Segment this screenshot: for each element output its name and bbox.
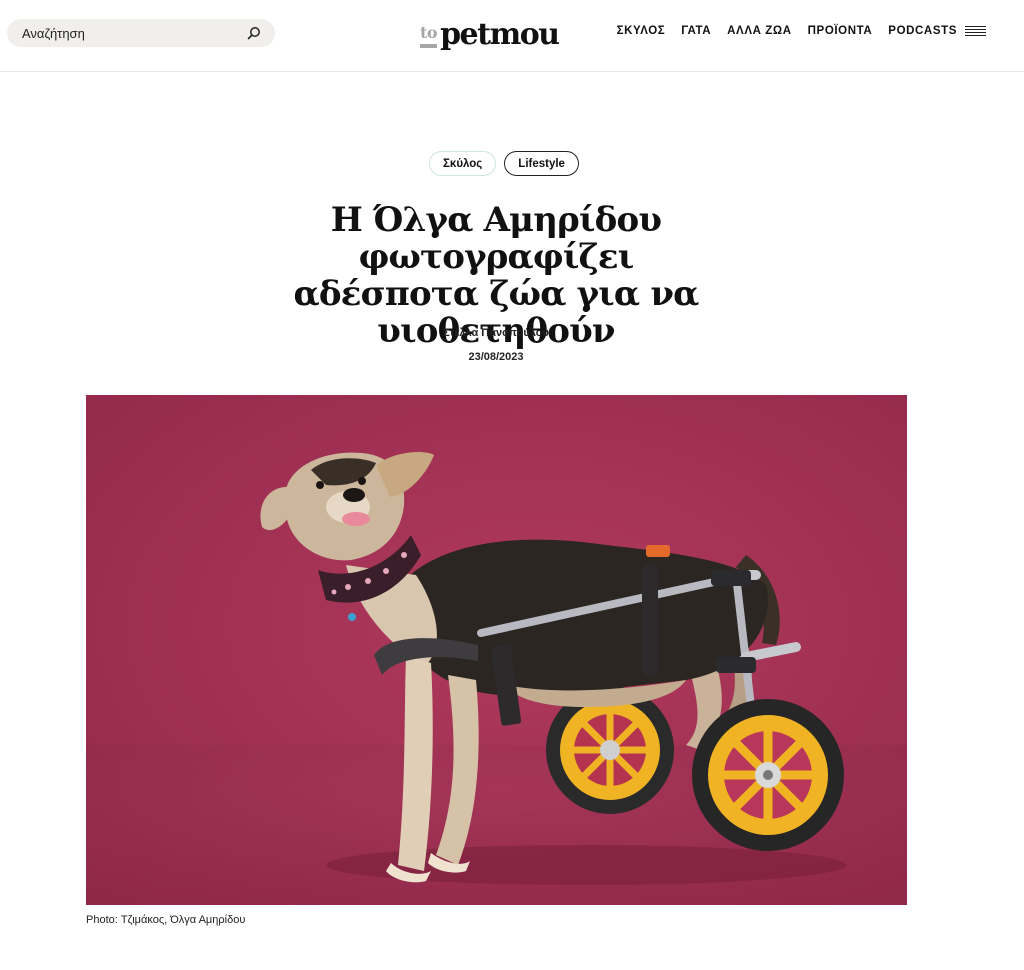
tag-lifestyle[interactable]: Lifestyle	[504, 151, 579, 176]
article-tags: Σκύλος Lifestyle	[0, 151, 1024, 176]
site-header: to petmou ΣΚΥΛΟΣ ΓΑΤΑ ΑΛΛΑ ΖΩΑ ΠΡΟΪΟΝΤΑ …	[0, 0, 1024, 72]
search-icon[interactable]	[247, 26, 261, 40]
nav-item-cat[interactable]: ΓΑΤΑ	[681, 25, 711, 37]
hamburger-menu-icon[interactable]	[965, 26, 986, 36]
logo-prefix: to	[420, 23, 438, 48]
nav-item-dog[interactable]: ΣΚΥΛΟΣ	[617, 25, 666, 37]
main-nav: ΣΚΥΛΟΣ ΓΑΤΑ ΑΛΛΑ ΖΩΑ ΠΡΟΪΟΝΤΑ PODCASTS	[601, 25, 986, 37]
hero-photo	[86, 395, 907, 905]
search-input[interactable]	[22, 19, 247, 47]
nav-item-podcasts[interactable]: PODCASTS	[888, 25, 957, 37]
title-line-2: αδέσποτα ζώα για να	[293, 274, 700, 314]
site-logo[interactable]: to petmou	[420, 12, 560, 52]
nav-item-other-animals[interactable]: ΑΛΛΑ ΖΩΑ	[727, 25, 792, 37]
article-author[interactable]: Στέλλα Πανοπούλου	[0, 327, 992, 339]
search-bar[interactable]	[7, 19, 275, 47]
logo-name: petmou	[440, 17, 560, 52]
dog-in-wheelchair-illustration	[86, 395, 907, 905]
article-date: 23/08/2023	[468, 351, 524, 363]
nav-item-products[interactable]: ΠΡΟΪΟΝΤΑ	[808, 25, 873, 37]
photo-caption: Photo: Τζιμάκος, Όλγα Αμηρίδου	[86, 914, 246, 926]
tag-dog[interactable]: Σκύλος	[429, 151, 497, 176]
rear-wheel-near	[692, 699, 844, 851]
title-line-1: Η Όλγα Αμηρίδου φωτογραφίζει	[330, 200, 662, 277]
